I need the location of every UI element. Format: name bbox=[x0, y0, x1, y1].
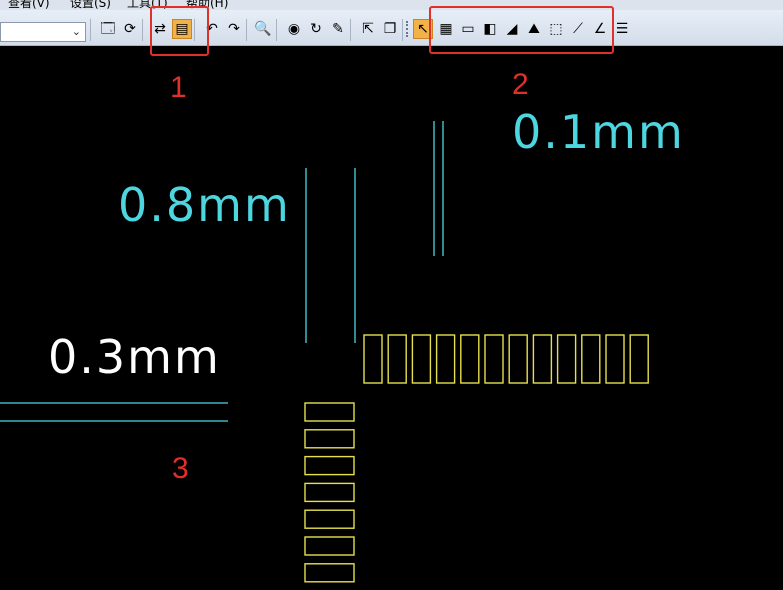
properties-icon: 🗔 bbox=[100, 21, 116, 37]
pad-vertical[interactable] bbox=[304, 509, 355, 529]
select-arrow-icon: ↖ bbox=[417, 21, 429, 37]
zoom-icon: 🔍 bbox=[254, 21, 272, 37]
pad-vertical[interactable] bbox=[304, 402, 355, 422]
redo-icon: ↷ bbox=[228, 21, 240, 37]
toolbar-separator bbox=[402, 19, 403, 41]
pad-row-horizontal bbox=[363, 334, 649, 384]
list-button[interactable]: ☰ bbox=[612, 19, 632, 39]
dimension-label-0.3mm: 0.3mm bbox=[48, 330, 221, 384]
rotate-button[interactable]: ↻ bbox=[306, 19, 326, 39]
pad-vertical[interactable] bbox=[304, 536, 355, 556]
window-icon: ❐ bbox=[383, 21, 397, 37]
export-button[interactable]: ⇱ bbox=[358, 19, 378, 39]
menu-settings[interactable]: 设置(S) bbox=[70, 0, 111, 10]
chevron-down-icon: ⌄ bbox=[71, 25, 81, 38]
pad-horizontal[interactable] bbox=[435, 334, 456, 384]
toolbar-grip[interactable] bbox=[406, 21, 410, 37]
pad-vertical[interactable] bbox=[304, 455, 355, 476]
pad-column-vertical bbox=[304, 402, 355, 583]
export-icon: ⇱ bbox=[362, 21, 374, 37]
properties-button[interactable]: 🗔 bbox=[98, 19, 118, 39]
pad-horizontal[interactable] bbox=[387, 334, 407, 384]
brush-button[interactable]: ✎ bbox=[328, 19, 348, 39]
pad-vertical[interactable] bbox=[304, 482, 355, 503]
layer-combo-box[interactable]: ⌄ bbox=[0, 22, 86, 42]
window-button[interactable]: ❐ bbox=[380, 19, 400, 39]
pad-vertical[interactable] bbox=[304, 563, 355, 583]
toolbar: ⌄ 🗔 ⟳ ⇄ ▤ ↶ ↷ 🔍 ◉ ↻ ✎ ⇱ ❐ ↖ ▦ ▭ ◧ ◢ ⛰ ⬚ ⟋ ∠ ☰ bbox=[0, 10, 783, 46]
pad-horizontal[interactable] bbox=[581, 334, 601, 384]
dimension-label-0.8mm: 0.8mm bbox=[118, 178, 291, 232]
refresh-icon: ⟳ bbox=[124, 21, 136, 37]
toolbar-separator bbox=[276, 19, 277, 41]
refresh-button[interactable]: ⟳ bbox=[120, 19, 140, 39]
pad-vertical[interactable] bbox=[304, 429, 355, 449]
pad-horizontal[interactable] bbox=[484, 334, 504, 384]
pad-horizontal[interactable] bbox=[411, 334, 432, 384]
brush-icon: ✎ bbox=[332, 21, 344, 37]
pad-horizontal[interactable] bbox=[556, 334, 577, 384]
toolbar-separator bbox=[246, 19, 247, 41]
pad-horizontal[interactable] bbox=[460, 334, 480, 384]
callout-3: 3 bbox=[172, 452, 189, 485]
pad-horizontal[interactable] bbox=[532, 334, 553, 384]
rotate-icon: ↻ bbox=[310, 21, 322, 37]
toolbar-separator bbox=[350, 19, 351, 41]
menu-view[interactable]: 查看(V) bbox=[8, 0, 50, 10]
view-icon: ◉ bbox=[287, 21, 301, 37]
redo-button[interactable]: ↷ bbox=[224, 19, 244, 39]
zoom-button[interactable]: 🔍 bbox=[253, 19, 273, 39]
menu-bar: 查看(V) 设置(S) 工具(T) 帮助(H) bbox=[0, 0, 783, 10]
pad-horizontal[interactable] bbox=[629, 334, 649, 384]
toolbar-separator bbox=[90, 19, 91, 41]
pad-horizontal[interactable] bbox=[605, 334, 625, 384]
pad-horizontal[interactable] bbox=[363, 334, 383, 384]
view-button[interactable]: ◉ bbox=[284, 19, 304, 39]
pad-horizontal[interactable] bbox=[508, 334, 528, 384]
list-icon: ☰ bbox=[615, 21, 629, 37]
dimension-label-0.1mm: 0.1mm bbox=[512, 105, 685, 159]
toolbar-separator bbox=[142, 19, 143, 41]
